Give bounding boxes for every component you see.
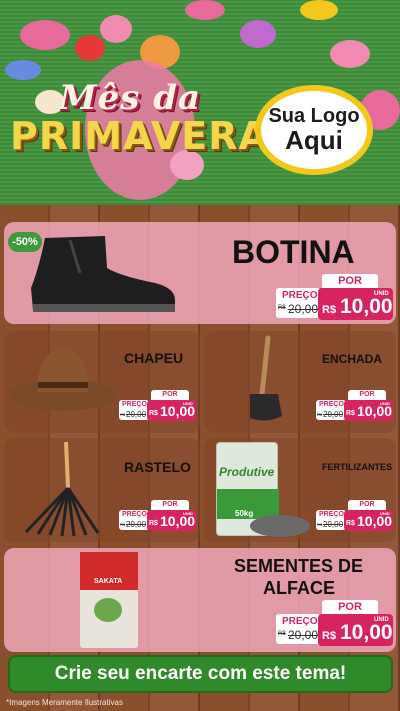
create-flyer-button[interactable]: Crie seu encarte com este tema! [8, 655, 393, 693]
old-price-prefix: R$ [317, 412, 323, 417]
preco-label: PREÇO [122, 511, 147, 518]
unit-label: UNID [183, 401, 193, 406]
product-name-botina: BOTINA [232, 234, 355, 270]
price-tag-botina: POR PREÇO R$ 20,00 R$ 10,00 UNID [276, 274, 393, 322]
preco-label: PREÇO [282, 616, 318, 627]
unit-label: UNID [374, 617, 389, 623]
boot-icon [31, 236, 175, 312]
preco-label: PREÇO [122, 401, 147, 408]
por-label: POR [348, 500, 386, 510]
unit-label: UNID [183, 511, 193, 516]
old-price-prefix: R$ [317, 522, 323, 527]
flower-decoration [100, 15, 132, 43]
product-name-sementes-line1: SEMENTES DE [234, 556, 364, 576]
fertilizer-weight: 50kg [235, 509, 254, 518]
lettuce-image [94, 598, 122, 622]
old-price: 20,00 [126, 410, 147, 419]
old-price-prefix: R$ [278, 305, 286, 311]
flower-decoration [300, 0, 338, 20]
currency: R$ [322, 630, 337, 642]
product-name-sementes-line2: ALFACE [263, 578, 335, 598]
price-tag-fertilizantes: POR PREÇO R$ 20,00 R$ 10,00 UNID [316, 500, 393, 532]
currency: R$ [149, 520, 158, 527]
price-tag-chapeu: POR PREÇO R$ 20,00 R$ 10,00 UNID [119, 390, 196, 422]
price-value: 10,00 [340, 621, 393, 644]
por-label: POR [348, 390, 386, 400]
product-name-enchada: ENCHADA [322, 352, 382, 366]
por-label: POR [151, 500, 189, 510]
preco-label: PREÇO [319, 511, 344, 518]
unit-label: UNID [380, 401, 390, 406]
product-name-rastelo: RASTELO [124, 459, 191, 475]
currency: R$ [346, 410, 355, 417]
fertilizer-pile [250, 515, 310, 537]
flower-decoration [5, 60, 41, 80]
hat-icon [9, 348, 117, 411]
currency: R$ [322, 304, 337, 316]
fertilizer-brand: Produtive [219, 465, 275, 479]
seed-brand: SAKATA [94, 578, 123, 585]
price-value: 10,00 [340, 295, 393, 318]
seed-packet: SAKATA [80, 552, 138, 648]
disclaimer: *Imagens Meramente Ilustrativas [6, 698, 123, 707]
unit-label: UNID [380, 511, 390, 516]
header-banner: Mês da PRIMAVERA Sua Logo Aqui [0, 0, 400, 205]
por-label: POR [322, 600, 378, 614]
rake-icon [24, 441, 100, 537]
price-tag-enchada: POR PREÇO R$ 20,00 R$ 10,00 UNID [316, 390, 393, 422]
logo-placeholder: Sua Logo Aqui [255, 85, 373, 175]
preco-label: PREÇO [319, 401, 344, 408]
old-price-prefix: R$ [278, 631, 286, 637]
old-price-prefix: R$ [120, 522, 126, 527]
product-name-chapeu: CHAPEU [124, 350, 184, 366]
preco-label: PREÇO [282, 290, 318, 301]
flower-decoration [20, 20, 70, 50]
old-price: 20,00 [323, 410, 344, 419]
title-line1: Mês da [58, 78, 202, 118]
flower-decoration [185, 0, 225, 20]
unit-label: UNID [374, 291, 389, 297]
hoe-icon [250, 335, 282, 421]
flower-decoration [75, 35, 105, 61]
flower-decoration [330, 40, 370, 68]
old-price: 20,00 [323, 520, 344, 529]
price-tag-sementes: POR PREÇO R$ 20,00 R$ 10,00 UNID [276, 600, 393, 648]
old-price: 20,00 [288, 628, 319, 642]
old-price: 20,00 [126, 520, 147, 529]
por-label: POR [151, 390, 189, 400]
logo-line2: Aqui [285, 124, 343, 155]
price-tag-rastelo: POR PREÇO R$ 20,00 R$ 10,00 UNID [119, 500, 196, 532]
old-price: 20,00 [288, 302, 319, 316]
logo-line1: Sua Logo [268, 104, 360, 127]
currency: R$ [149, 410, 158, 417]
product-name-fertilizantes: FERTILIZANTES [322, 462, 392, 472]
campaign-title: Mês da PRIMAVERA [10, 78, 269, 168]
title-line2: PRIMAVERA [10, 114, 269, 158]
currency: R$ [346, 520, 355, 527]
por-label: POR [322, 274, 378, 288]
flower-decoration [240, 20, 276, 48]
old-price-prefix: R$ [120, 412, 126, 417]
